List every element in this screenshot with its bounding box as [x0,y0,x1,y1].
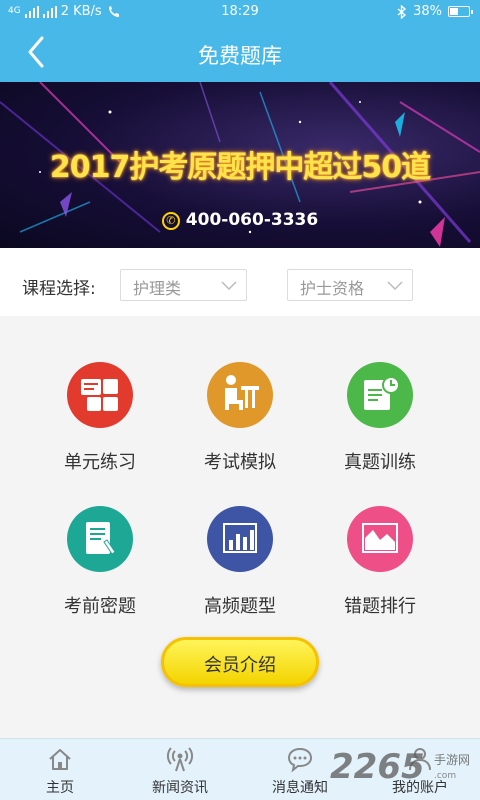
member-intro-button[interactable]: 会员介绍 [161,637,319,687]
tile-wrong-answer-ranking[interactable]: 错题排行 [310,506,450,646]
status-right: 38% [397,4,473,19]
tile-label: 考前密题 [64,596,136,617]
course-category-select[interactable]: 护理类 [120,269,247,301]
promo-banner[interactable]: 2017护考原题押中超过50道 ✆ 400-060-3336 [0,82,480,248]
course-selection: 课程选择: 护理类 护士资格 [0,248,480,316]
tab-label: 主页 [46,780,74,796]
course-qualification-value: 护士资格 [300,279,365,298]
battery-fill [450,8,458,15]
home-icon [49,749,71,770]
course-qualification-select[interactable]: 护士资格 [287,269,413,301]
unit-practice-icon [67,362,133,428]
watermark-url: .com [434,771,457,781]
tile-label: 高频题型 [204,596,276,617]
tile-exam-simulation[interactable]: 考试模拟 [170,362,310,502]
course-label: 课程选择: [22,279,96,299]
tab-home[interactable]: 主页 [0,739,120,800]
tile-label: 真题训练 [344,452,416,473]
watermark-text: 手游网 [434,753,471,767]
broadcast-icon [167,747,193,772]
tile-past-exams[interactable]: 真题训练 [310,362,450,502]
watermark-number: 2265 [330,747,425,787]
chevron-down-icon [221,281,237,291]
bar-chart-icon [207,506,273,572]
tile-frequent-questions[interactable]: 高频题型 [170,506,310,646]
course-category-value: 护理类 [133,279,182,298]
tile-label: 单元练习 [64,452,136,473]
site-watermark: 2265 手游网 .com [330,745,480,795]
nav-bar: 免费题库 [0,24,480,82]
past-exams-icon [347,362,413,428]
banner-phone-number: 400-060-3336 [185,210,319,230]
pre-exam-secrets-icon [67,506,133,572]
phone-icon: ✆ [161,212,180,230]
chat-bubble-icon [287,747,313,773]
banner-phone: ✆ 400-060-3336 [0,210,480,230]
exam-simulation-icon [207,362,273,428]
battery-percent: 38% [413,4,442,19]
banner-headline: 2017护考原题押中超过50道 [49,150,431,185]
battery-icon [448,6,473,17]
chevron-down-icon [387,281,403,291]
page-title: 免费题库 [198,44,282,68]
tile-label: 考试模拟 [204,452,276,473]
bluetooth-icon [397,4,407,19]
status-bar: 4G 2 KB/s 18:29 38% [0,0,480,24]
tab-news[interactable]: 新闻资讯 [120,739,240,800]
tile-unit-practice[interactable]: 单元练习 [30,362,170,502]
tile-pre-exam-secrets[interactable]: 考前密题 [30,506,170,646]
tab-label: 新闻资讯 [152,780,208,796]
area-chart-icon [347,506,413,572]
tile-label: 错题排行 [344,596,416,617]
